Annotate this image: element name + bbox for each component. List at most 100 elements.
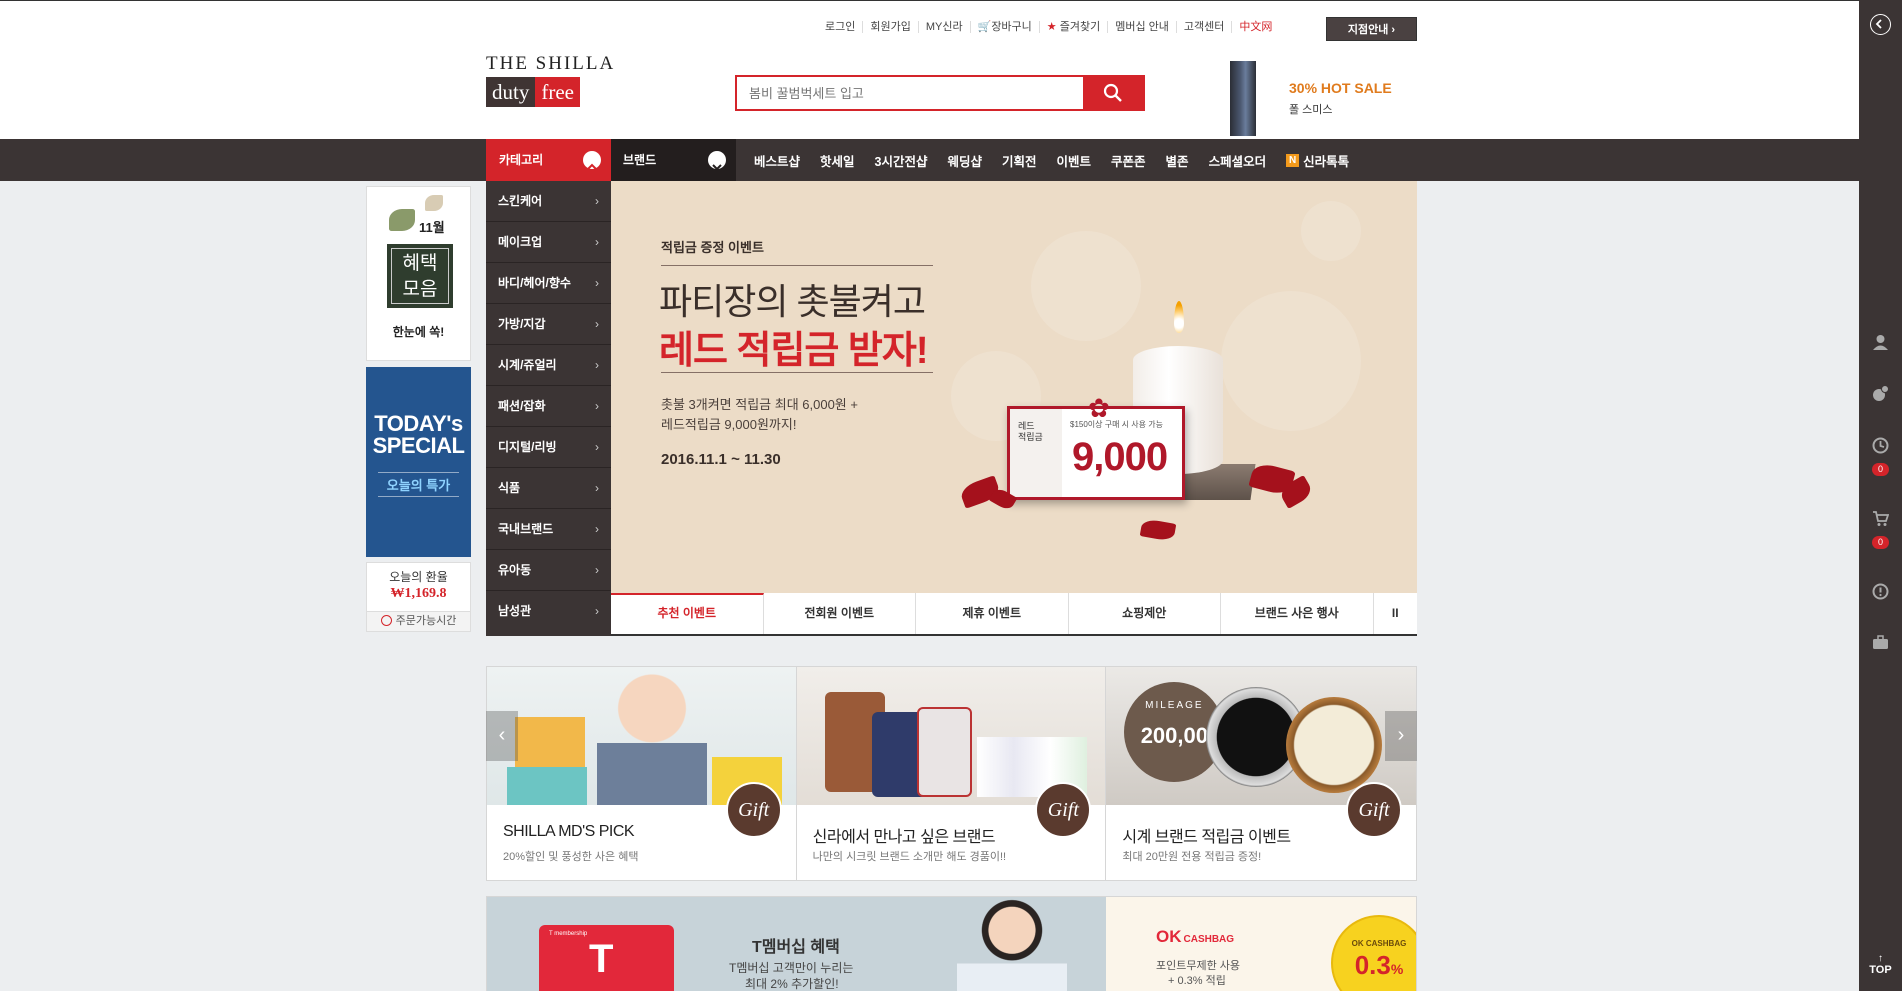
signup-link[interactable]: 회원가입	[863, 21, 919, 33]
event-title: SHILLA MD'S PICK	[503, 823, 635, 840]
leaf-icon	[425, 195, 443, 211]
menu-wedding-shop[interactable]: 웨딩샵	[947, 151, 982, 170]
search-box	[735, 75, 1145, 111]
hero-banner[interactable]: 적립금 증정 이벤트 파티장의 촛불켜고 레드 적립금 받자! 촛불 3개켜면 …	[611, 181, 1417, 593]
hero-title-line1: 파티장의 촛불켜고	[659, 281, 926, 322]
menu-event[interactable]: 이벤트	[1057, 151, 1092, 170]
briefcase-icon[interactable]	[1872, 634, 1889, 651]
user-icon[interactable]	[1872, 334, 1889, 351]
benefits-banner[interactable]: 11월 혜택 모음 한눈에 쏙!	[366, 186, 471, 361]
event-card[interactable]: Gift SHILLA MD'S PICK 20%할인 및 풍성한 사은 혜택	[487, 667, 797, 880]
logo[interactable]: THE SHILLA duty free	[486, 53, 620, 107]
chevron-up-icon	[583, 151, 601, 170]
tab-partner-event[interactable]: 제휴 이벤트	[916, 593, 1069, 634]
cart-icon[interactable]	[1872, 510, 1889, 527]
ribbon-icon: ✿	[1088, 393, 1110, 423]
ok-cashbag-coin-image: OK CASHBAG 0.3%	[1331, 915, 1416, 991]
chevron-right-icon: ›	[595, 522, 599, 536]
promo-banners: T membership T T멤버십 혜택 T멤버십 고객만이 누리는 최대 …	[486, 896, 1417, 991]
menu-3hour-shop[interactable]: 3시간전샵	[875, 151, 928, 170]
membership-link[interactable]: 멤버십 안내	[1108, 21, 1177, 33]
coupon-icon[interactable]	[1872, 385, 1889, 402]
category-item[interactable]: 식품 ›	[486, 468, 611, 509]
gift-badge: Gift	[1035, 782, 1092, 838]
collapse-button[interactable]	[1870, 14, 1891, 35]
todays-special-banner[interactable]: TODAY's SPECIAL 오늘의 특가	[366, 367, 471, 557]
event-card[interactable]: Gift 신라에서 만나고 싶은 브랜드 나만의 시크릿 브랜드 소개만 해도 …	[796, 667, 1107, 880]
t-membership-card-image: T membership T	[539, 925, 674, 991]
recent-view-count: 0	[1872, 463, 1889, 476]
scroll-top-button[interactable]: ↑ TOP	[1859, 953, 1902, 976]
carousel-next-button[interactable]: ›	[1385, 711, 1417, 761]
divider	[661, 372, 933, 373]
divider	[378, 472, 459, 473]
carousel-prev-button[interactable]: ‹	[486, 711, 518, 761]
event-carousel: Gift SHILLA MD'S PICK 20%할인 및 풍성한 사은 혜택 …	[486, 666, 1417, 881]
tab-brand-gift-event[interactable]: 브랜드 사은 행사	[1221, 593, 1374, 634]
tab-recommended-event[interactable]: 추천 이벤트	[611, 593, 764, 634]
store-guide-button[interactable]: 지점안내 ›	[1326, 17, 1417, 41]
search-button[interactable]	[1083, 77, 1143, 109]
menu-star-zone[interactable]: 별존	[1166, 151, 1189, 170]
t-membership-banner[interactable]: T membership T T멤버십 혜택 T멤버십 고객만이 누리는 최대 …	[487, 897, 1106, 991]
hot-sale-banner[interactable]: 30% HOT SALE 폴 스미스	[1230, 61, 1392, 136]
cart-count: 0	[1872, 536, 1889, 549]
hot-sale-subtitle: 폴 스미스	[1289, 104, 1333, 116]
search-input[interactable]	[737, 77, 1083, 109]
category-item[interactable]: 국내브랜드 ›	[486, 509, 611, 550]
leaf-icon	[389, 209, 415, 231]
menu-special-exhibit[interactable]: 기획전	[1002, 151, 1037, 170]
t-membership-title: T멤버십 혜택	[752, 939, 840, 956]
todays-special-title: TODAY's SPECIAL	[372, 411, 465, 458]
category-item[interactable]: 스킨케어 ›	[486, 181, 611, 222]
chevron-right-icon: ›	[595, 604, 599, 618]
order-time-link[interactable]: 주문가능시간	[367, 611, 470, 631]
chevron-right-icon: ›	[595, 481, 599, 495]
menu-hot-sale[interactable]: 핫세일	[820, 151, 855, 170]
clock-icon	[380, 615, 392, 626]
favorites-link[interactable]: ★ 즐겨찾기	[1040, 21, 1109, 33]
pause-button[interactable]: II	[1374, 593, 1418, 634]
my-shilla-link[interactable]: MY신라	[919, 21, 971, 33]
tab-all-member-event[interactable]: 전회원 이벤트	[764, 593, 916, 634]
category-item[interactable]: 시계/쥬얼리 ›	[486, 345, 611, 386]
brand-button[interactable]: 브랜드	[611, 139, 736, 181]
decorative-bokeh	[1031, 231, 1141, 341]
login-link[interactable]: 로그인	[818, 21, 864, 33]
category-button[interactable]: 카테고리	[486, 139, 611, 181]
event-card[interactable]: MILEAGE 200,00 Gift 시계 브랜드 적립금 이벤트 최대 20…	[1106, 667, 1417, 880]
customer-center-link[interactable]: 고객센터	[1177, 21, 1233, 33]
chinese-site-link[interactable]: 中文网	[1232, 21, 1279, 33]
recent-view-icon[interactable]	[1872, 437, 1889, 454]
cart-link[interactable]: 🛒장바구니	[971, 21, 1040, 33]
tab-shopping-suggestion[interactable]: 쇼핑제안	[1069, 593, 1221, 634]
main-menu: 베스트샵 핫세일 3시간전샵 웨딩샵 기획전 이벤트 쿠폰존 별존 스페셜오더 …	[744, 139, 1359, 181]
logo-badge: duty free	[486, 77, 620, 107]
decorative-bokeh	[1221, 291, 1361, 431]
chevron-right-icon: ›	[595, 563, 599, 577]
hero-title-line2: 레드 적립금 받자!	[659, 330, 928, 372]
event-subtitle: 최대 20만원 전용 적립금 증정!	[1122, 851, 1262, 863]
chevron-right-icon: ›	[595, 317, 599, 331]
ok-cashbag-banner[interactable]: OK CASHBAG 포인트무제한 사용 + 0.3% 적립 OK CASHBAG…	[1106, 897, 1416, 991]
menu-shilla-talk[interactable]: N 신라톡톡	[1286, 151, 1349, 170]
category-item[interactable]: 바디/헤어/향수 ›	[486, 263, 611, 304]
chevron-right-icon: ›	[1397, 724, 1405, 746]
right-sidebar: 0 0 ↑ TOP	[1859, 0, 1902, 991]
ok-cashbag-logo: OK CASHBAG	[1156, 927, 1235, 946]
category-item[interactable]: 패션/잡화 ›	[486, 386, 611, 427]
category-item[interactable]: 메이크업 ›	[486, 222, 611, 263]
menu-best-shop[interactable]: 베스트샵	[754, 151, 800, 170]
model-image	[597, 667, 707, 805]
exchange-rate-value: ₩1,169.8	[390, 586, 447, 601]
category-item[interactable]: 가방/지갑 ›	[486, 304, 611, 345]
model-image	[957, 897, 1067, 991]
category-item[interactable]: 남성관 ›	[486, 591, 611, 632]
reward-card-value: 9,000	[1072, 435, 1168, 479]
todays-special-subtitle: 오늘의 특가	[386, 478, 451, 493]
menu-coupon-zone[interactable]: 쿠폰존	[1111, 151, 1146, 170]
menu-special-order[interactable]: 스페셜오더	[1209, 151, 1267, 170]
category-item[interactable]: 디지털/리빙 ›	[486, 427, 611, 468]
alert-icon[interactable]	[1872, 583, 1889, 600]
category-item[interactable]: 유아동 ›	[486, 550, 611, 591]
